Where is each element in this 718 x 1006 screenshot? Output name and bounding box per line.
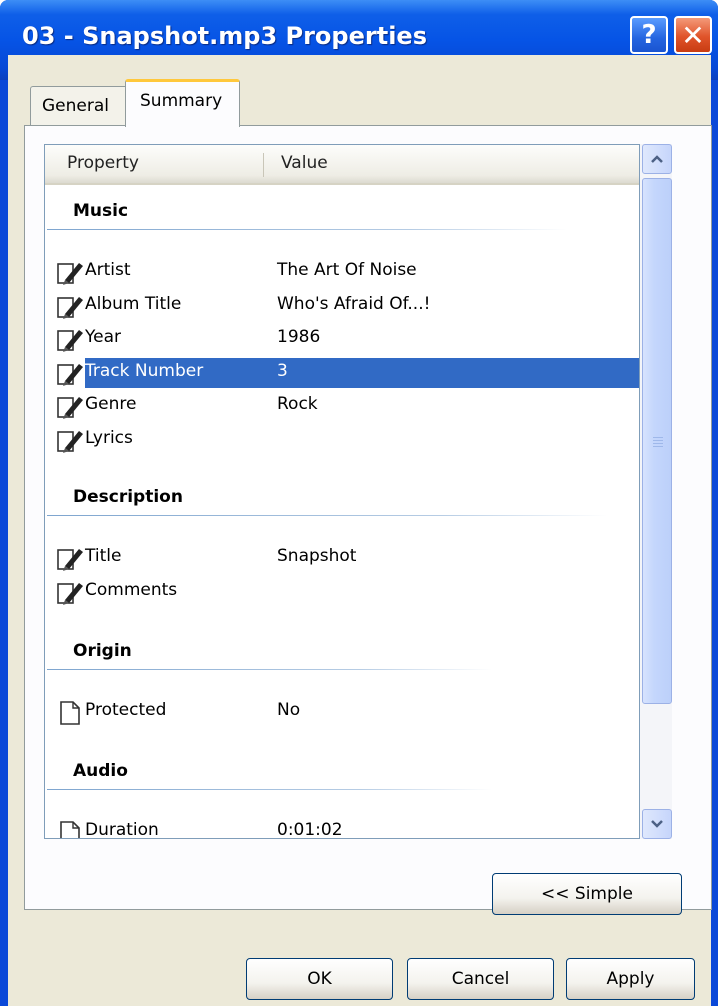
property-value[interactable]: Rock [277, 394, 318, 414]
document-icon [57, 700, 85, 726]
group-separator [47, 669, 492, 670]
property-row[interactable]: Album Title Who's Afraid Of...! [53, 291, 639, 321]
list-header: Property Value [45, 145, 639, 185]
edit-pencil-icon [57, 546, 85, 572]
group-separator [47, 789, 492, 790]
scroll-down-button[interactable] [642, 809, 672, 839]
property-row[interactable]: Title Snapshot [53, 543, 639, 573]
column-divider[interactable] [263, 153, 264, 177]
group-separator [47, 515, 607, 516]
property-value[interactable]: 3 [277, 361, 288, 381]
property-name: Track Number [85, 360, 204, 381]
apply-button[interactable]: Apply [566, 958, 695, 1000]
edit-pencil-icon [57, 361, 85, 387]
grip-line [653, 440, 663, 441]
group-header-origin[interactable]: Origin [73, 641, 132, 661]
property-row[interactable]: Genre Rock [53, 391, 639, 421]
property-name: Comments [85, 579, 178, 600]
edit-pencil-icon [57, 580, 85, 606]
tab-summary[interactable]: Summary [125, 79, 240, 127]
edit-pencil-icon [57, 327, 85, 353]
property-row[interactable]: Year 1986 [53, 324, 639, 354]
property-value[interactable]: 1986 [277, 327, 320, 347]
group-header-music[interactable]: Music [73, 201, 128, 221]
chevron-up-icon [651, 155, 663, 163]
property-row[interactable]: Lyrics [53, 425, 639, 455]
group-header-audio[interactable]: Audio [73, 761, 128, 781]
edit-pencil-icon [57, 394, 85, 420]
scroll-up-button[interactable] [642, 144, 672, 174]
property-name: Artist [85, 260, 131, 280]
column-header-property[interactable]: Property [67, 153, 139, 173]
grip-line [653, 446, 663, 447]
help-icon: ? [641, 20, 657, 50]
tab-general-label: General [42, 96, 109, 116]
group-header-description[interactable]: Description [73, 487, 183, 507]
vertical-scrollbar[interactable] [640, 144, 672, 839]
property-row[interactable]: Artist The Art Of Noise [53, 257, 639, 287]
column-header-value[interactable]: Value [281, 153, 328, 173]
property-value[interactable]: The Art Of Noise [277, 260, 417, 280]
property-value[interactable]: Who's Afraid Of...! [277, 294, 430, 314]
property-name: Protected [85, 700, 167, 720]
close-icon: ✕ [681, 18, 705, 52]
property-row[interactable]: Comments [53, 577, 639, 607]
property-row[interactable]: Track Number 3 [53, 357, 639, 388]
edit-pencil-icon [57, 260, 85, 286]
properties-window: 03 - Snapshot.mp3 Properties ? ✕ General… [0, 0, 718, 1006]
chevron-down-icon [651, 820, 663, 828]
tab-general[interactable]: General [30, 86, 128, 126]
group-separator [47, 229, 567, 230]
property-row[interactable]: Duration 0:01:02 [53, 817, 639, 839]
ok-button[interactable]: OK [246, 958, 393, 1000]
window-title: 03 - Snapshot.mp3 Properties [22, 22, 427, 50]
property-name: Duration [85, 820, 159, 839]
tab-summary-label: Summary [140, 91, 223, 111]
dialog-body: General Summary Property Value Music Arti… [8, 55, 712, 1006]
edit-pencil-icon [57, 428, 85, 454]
property-name: Title [85, 546, 122, 566]
property-name: Genre [85, 394, 137, 414]
simple-button[interactable]: << Simple [492, 873, 682, 915]
property-list[interactable]: Property Value Music Artist The Art Of Noi… [44, 144, 640, 839]
grip-line [653, 437, 663, 438]
property-value[interactable]: Snapshot [277, 546, 356, 566]
help-button[interactable]: ? [630, 16, 668, 54]
scroll-thumb[interactable] [642, 178, 672, 704]
cancel-button[interactable]: Cancel [407, 958, 554, 1000]
property-row[interactable]: Protected No [53, 697, 639, 727]
edit-pencil-icon [57, 294, 85, 320]
grip-line [653, 443, 663, 444]
property-name: Year [85, 327, 121, 347]
close-button[interactable]: ✕ [674, 16, 712, 54]
property-name: Lyrics [85, 427, 133, 448]
property-value[interactable]: No [277, 700, 300, 720]
document-icon [57, 820, 85, 838]
property-name: Album Title [85, 293, 182, 314]
property-value[interactable]: 0:01:02 [277, 820, 343, 838]
